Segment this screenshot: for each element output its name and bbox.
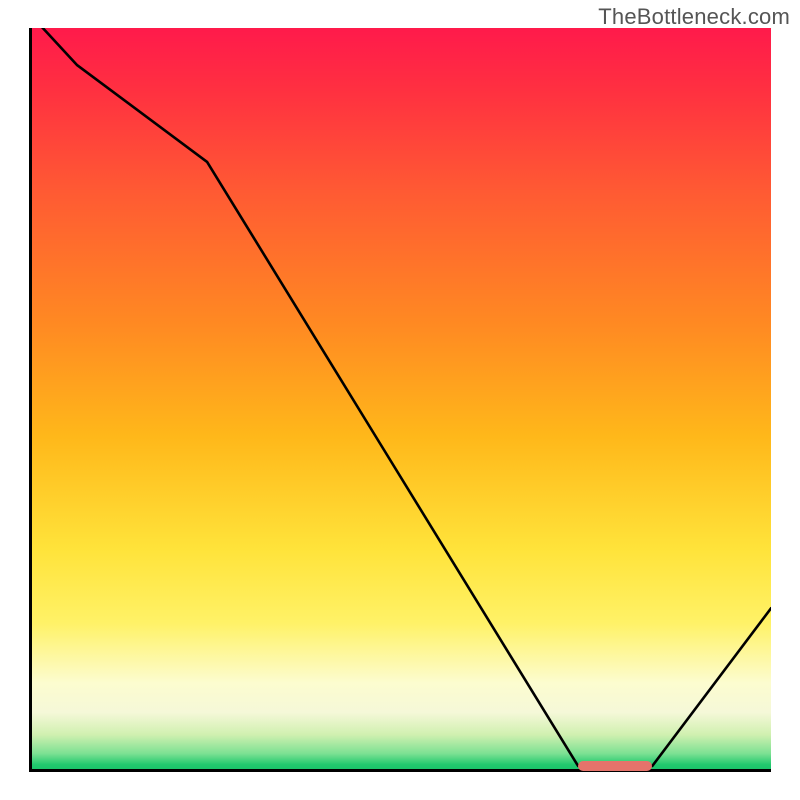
optimal-range-marker [578,761,652,771]
chart-container: TheBottleneck.com [0,0,800,800]
plot-area [29,28,771,772]
watermark-text: TheBottleneck.com [598,4,790,30]
bottleneck-curve [29,28,771,772]
